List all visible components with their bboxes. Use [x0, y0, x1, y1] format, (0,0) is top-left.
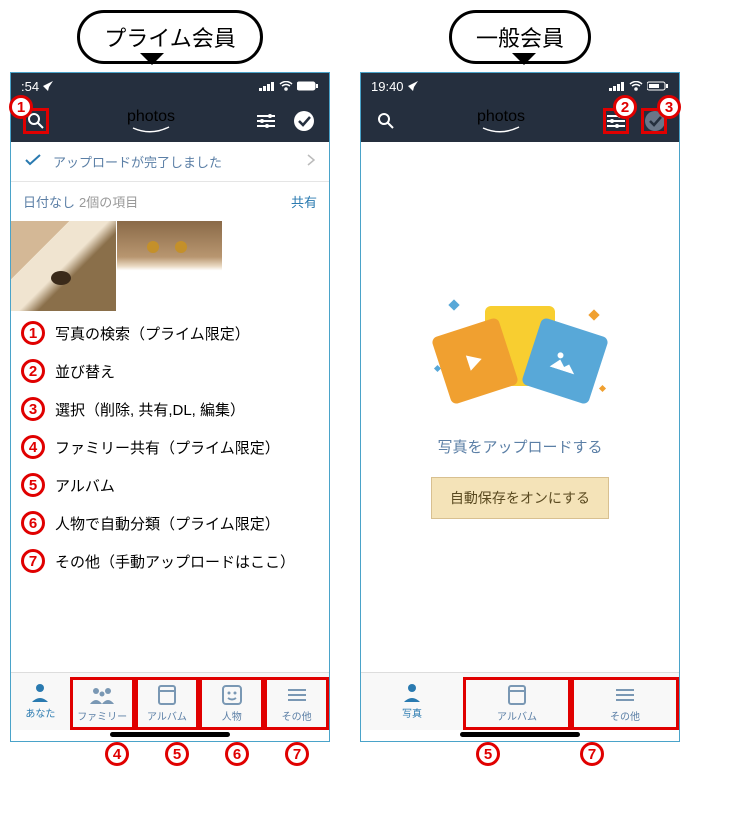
- tab-other[interactable]: その他: [571, 677, 679, 730]
- legend-item: 6人物で自動分類（プライム限定）: [21, 511, 319, 535]
- marker-7: 7: [285, 742, 309, 766]
- tab-other[interactable]: その他: [264, 677, 329, 730]
- tab-you[interactable]: あなた: [11, 677, 70, 730]
- chevron-right-icon: [307, 154, 315, 169]
- legend-item: 5アルバム: [21, 473, 319, 497]
- wifi-icon: [279, 79, 293, 94]
- signal-icon: [609, 79, 625, 94]
- tab-photos[interactable]: 写真: [361, 677, 463, 730]
- battery-icon: [297, 79, 319, 94]
- prime-member-bubble: プライム会員: [77, 10, 263, 64]
- photo-thumbnail[interactable]: [11, 221, 116, 311]
- wifi-icon: [629, 79, 643, 94]
- hamburger-icon: [285, 684, 309, 706]
- status-bar: :54: [11, 73, 329, 100]
- legend-item: 7その他（手動アップロードはここ）: [21, 549, 319, 573]
- num-badge: 1: [21, 321, 45, 345]
- album-icon: [155, 684, 179, 706]
- album-icon: [505, 684, 529, 706]
- tab-family[interactable]: ファミリー: [70, 677, 135, 730]
- num-badge: 3: [21, 397, 45, 421]
- auto-save-button[interactable]: 自動保存をオンにする: [431, 477, 609, 519]
- upload-complete-text: アップロードが完了しました: [53, 152, 222, 171]
- phone-prime: 1 :54 photos: [10, 72, 330, 742]
- marker-6: 6: [225, 742, 249, 766]
- tab-album[interactable]: アルバム: [135, 677, 200, 730]
- tab-album[interactable]: アルバム: [463, 677, 571, 730]
- marker-4: 4: [105, 742, 129, 766]
- battery-icon: [647, 79, 669, 94]
- marker-1: 1: [9, 95, 33, 119]
- empty-illustration: [430, 296, 610, 416]
- tab-bar: あなた ファミリー アルバム 人物 その他: [11, 672, 329, 730]
- tab-bar: 写真 アルバム その他: [361, 672, 679, 730]
- checkmark-icon: [25, 154, 41, 169]
- family-icon: [90, 684, 114, 706]
- marker-5: 5: [165, 742, 189, 766]
- app-title: photos: [477, 108, 525, 134]
- home-indicator: [110, 732, 230, 737]
- num-badge: 7: [21, 549, 45, 573]
- general-member-bubble: 一般会員: [449, 10, 591, 64]
- person-icon: [28, 681, 52, 703]
- hamburger-icon: [613, 684, 637, 706]
- upload-prompt-text: 写真をアップロードする: [437, 436, 602, 457]
- status-time: :54: [21, 79, 39, 94]
- location-icon: [43, 79, 53, 94]
- legend-item: 4ファミリー共有（プライム限定）: [21, 435, 319, 459]
- location-icon: [408, 79, 418, 94]
- marker-5: 5: [476, 742, 500, 766]
- legend-item: 3選択（削除, 共有,DL, 編集）: [21, 397, 319, 421]
- signal-icon: [259, 79, 275, 94]
- tab-people[interactable]: 人物: [199, 677, 264, 730]
- phone-general: 2 3 19:40 photos: [360, 72, 680, 742]
- search-icon[interactable]: [373, 108, 399, 134]
- select-icon[interactable]: [291, 108, 317, 134]
- share-button[interactable]: 共有: [291, 192, 317, 211]
- sort-icon[interactable]: [253, 108, 279, 134]
- upload-complete-banner[interactable]: アップロードが完了しました: [11, 142, 329, 182]
- face-icon: [220, 684, 244, 706]
- person-icon: [400, 681, 424, 703]
- marker-3: 3: [657, 95, 681, 119]
- app-title: photos: [127, 108, 175, 134]
- marker-7: 7: [580, 742, 604, 766]
- photo-grid: [11, 221, 329, 311]
- legend-list: 1写真の検索（プライム限定） 2並び替え 3選択（削除, 共有,DL, 編集） …: [11, 311, 329, 672]
- photo-thumbnail[interactable]: [117, 221, 222, 311]
- marker-2: 2: [613, 95, 637, 119]
- home-indicator: [460, 732, 580, 737]
- date-none-label: 日付なし: [23, 195, 75, 210]
- num-badge: 4: [21, 435, 45, 459]
- empty-state: 写真をアップロードする 自動保存をオンにする: [361, 142, 679, 672]
- legend-item: 2並び替え: [21, 359, 319, 383]
- num-badge: 2: [21, 359, 45, 383]
- num-badge: 5: [21, 473, 45, 497]
- num-badge: 6: [21, 511, 45, 535]
- section-header: 日付なし 2個の項目 共有: [11, 182, 329, 221]
- item-count: 2個の項目: [79, 195, 138, 210]
- legend-item: 1写真の検索（プライム限定）: [21, 321, 319, 345]
- app-header: photos: [11, 100, 329, 142]
- status-time: 19:40: [371, 79, 404, 94]
